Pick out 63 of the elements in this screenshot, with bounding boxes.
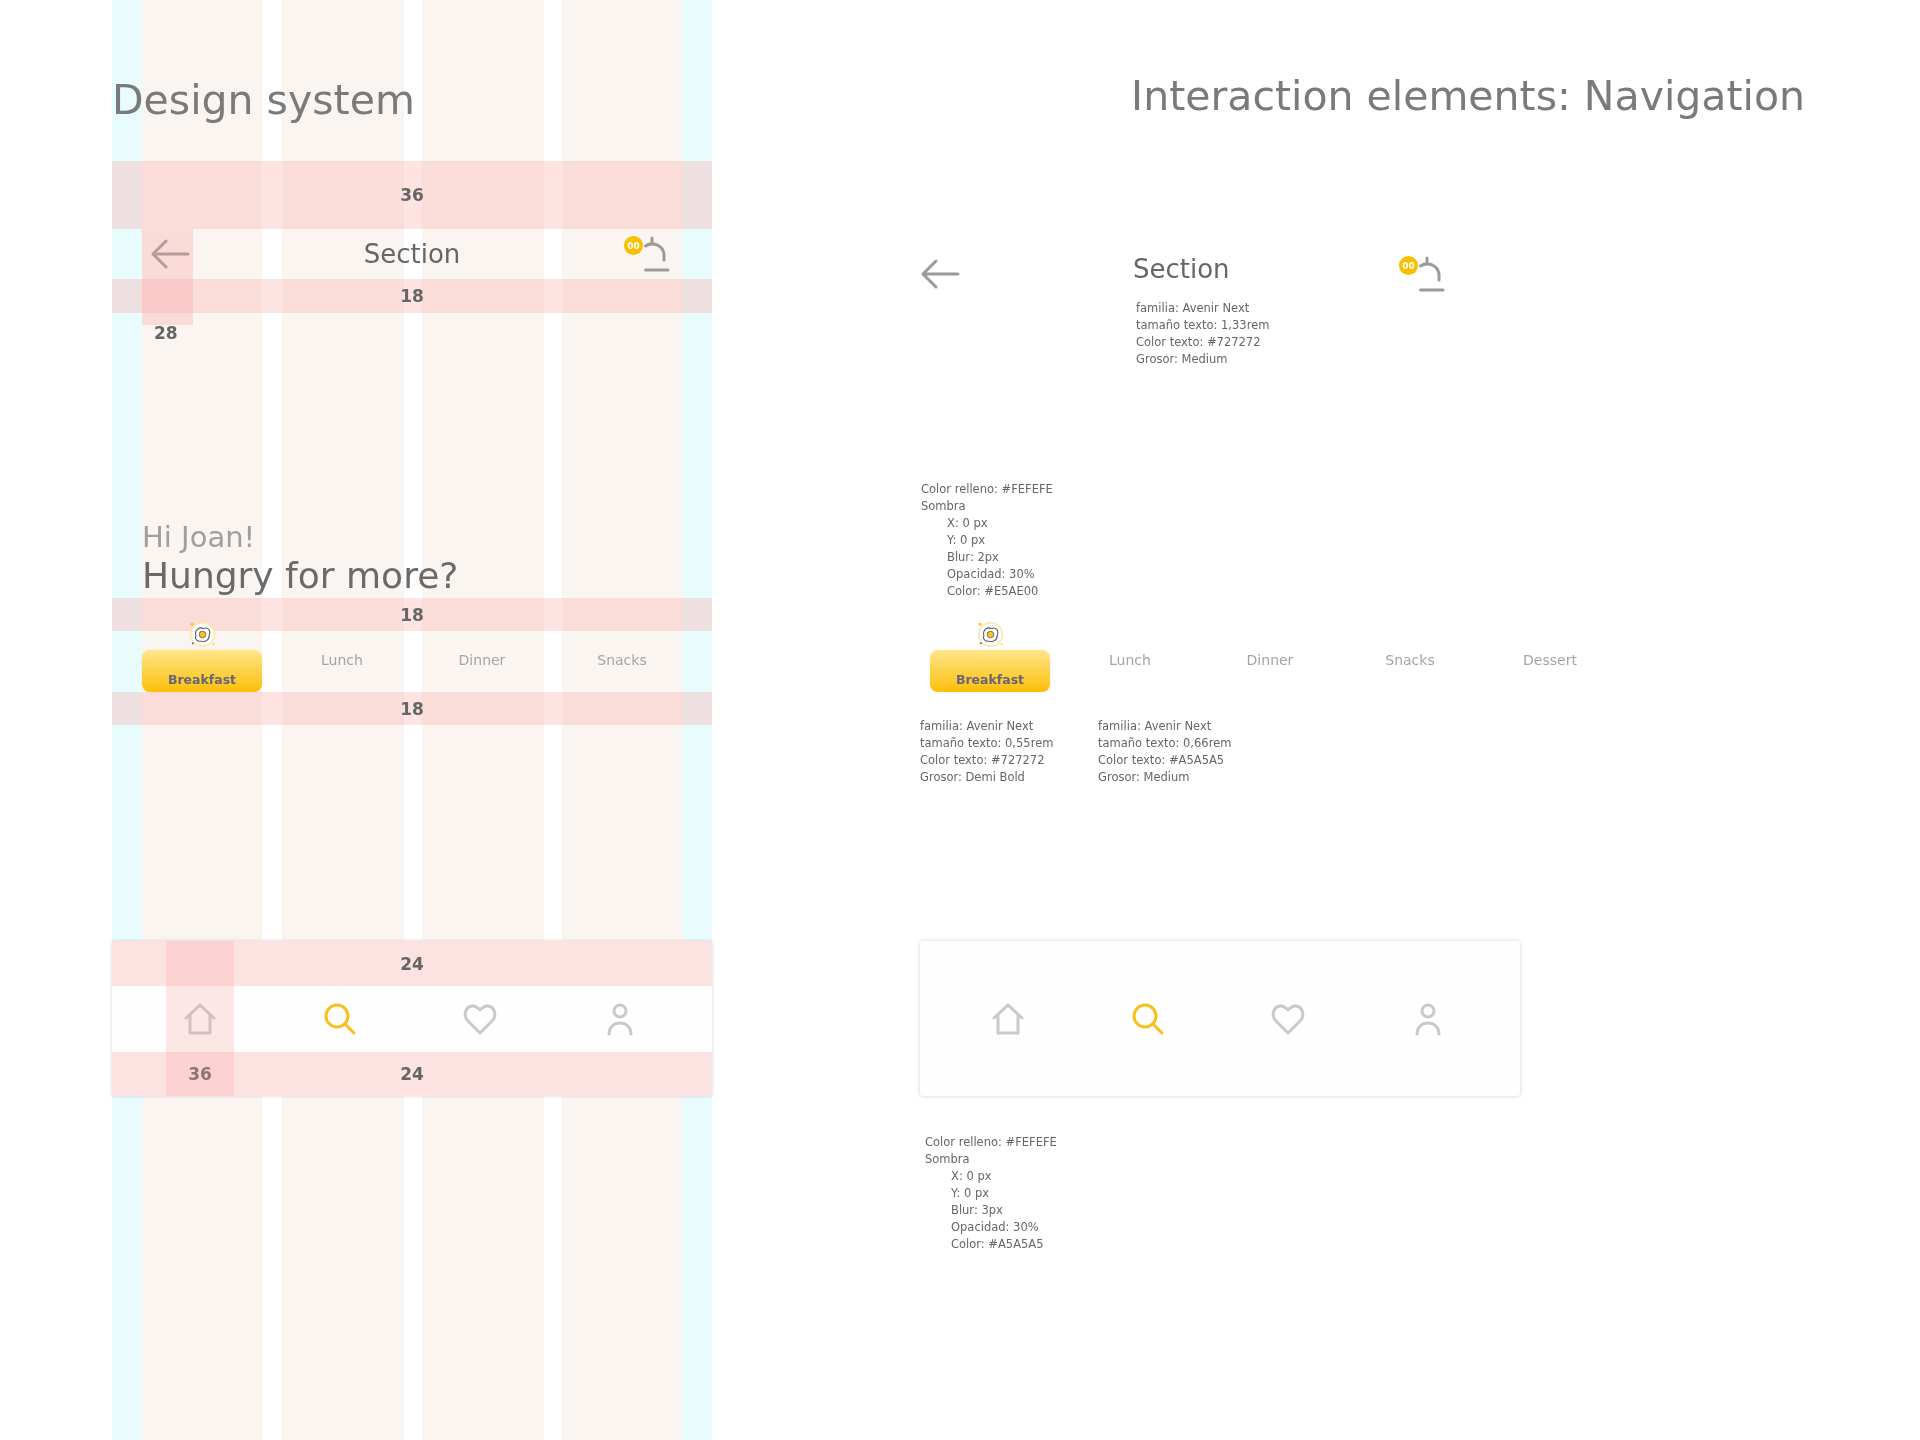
spacing-value: 24 xyxy=(400,953,424,974)
tab[interactable]: Dinner xyxy=(458,652,506,668)
spacing-value: 18 xyxy=(400,286,424,306)
spec-line: Color texto: #727272 xyxy=(920,752,1046,769)
fried-egg-icon xyxy=(975,619,1006,650)
tab[interactable]: Snacks xyxy=(1385,652,1435,668)
page-title: Interaction elements: Navigation xyxy=(1131,72,1805,120)
spec-line: Sombra xyxy=(925,1151,971,1168)
spec-line: Blur: 2px xyxy=(946,549,1000,566)
notification-badge: 00 xyxy=(1399,256,1418,275)
section-title: Section xyxy=(1133,254,1231,284)
spec-line: familia: Avenir Next xyxy=(1098,718,1213,735)
spacing-value: 36 xyxy=(400,185,424,205)
spec-line: familia: Avenir Next xyxy=(920,718,1035,735)
tab[interactable]: Dessert xyxy=(1523,652,1577,668)
spec-line: Opacidad: 30% xyxy=(946,566,1036,583)
tab[interactable]: Dinner xyxy=(1246,652,1294,668)
spec-line: Color: #E5AE00 xyxy=(946,583,1040,600)
tab[interactable]: Breakfast xyxy=(930,650,1050,692)
spec-line: tamaño texto: 0,66rem xyxy=(1098,735,1232,752)
tab[interactable]: Lunch xyxy=(1109,652,1151,668)
spacing-value: 28 xyxy=(154,323,178,343)
spec-line: X: 0 px xyxy=(950,1168,993,1185)
spec-line: Color: #A5A5A5 xyxy=(950,1236,1045,1253)
spacing-value: 24 xyxy=(400,1064,424,1084)
spacing-value: 18 xyxy=(400,698,424,719)
heart-icon[interactable] xyxy=(463,1002,497,1036)
back-arrow-icon xyxy=(920,258,960,290)
search-icon[interactable] xyxy=(323,1002,357,1036)
tab[interactable]: Lunch xyxy=(321,652,363,668)
home-icon[interactable] xyxy=(991,1001,1025,1036)
spec-line: tamaño texto: 0,55rem xyxy=(920,735,1055,752)
spec-line: Sombra xyxy=(921,498,967,515)
back-button[interactable] xyxy=(920,258,960,290)
spec-line: Y: 0 px xyxy=(946,532,987,549)
back-arrow-icon xyxy=(150,238,190,270)
spec-line: Grosor: Medium xyxy=(1098,769,1191,786)
spec-line: Color texto: #A5A5A5 xyxy=(1098,752,1226,769)
home-icon[interactable] xyxy=(183,1002,217,1036)
spec-line: Blur: 3px xyxy=(950,1202,1004,1219)
greeting-text: Hi Joan! xyxy=(141,520,257,554)
spec-line: familia: Avenir Next xyxy=(1136,300,1251,317)
back-button[interactable] xyxy=(150,238,190,270)
spec-line: Color relleno: #FEFEFE xyxy=(921,481,1054,498)
notification-badge: 00 xyxy=(624,236,643,255)
spacing-value: 18 xyxy=(400,604,424,625)
spec-line: Color relleno: #FEFEFE xyxy=(925,1134,1058,1151)
spec-line: Opacidad: 30% xyxy=(950,1219,1040,1236)
spec-line: Grosor: Demi Bold xyxy=(920,769,1026,786)
spec-line: Grosor: Medium xyxy=(1136,351,1229,368)
heart-icon[interactable] xyxy=(1271,1001,1305,1036)
spec-line: X: 0 px xyxy=(946,515,989,532)
search-icon[interactable] xyxy=(1131,1001,1165,1036)
headline: Hungry for more? xyxy=(141,554,460,598)
fried-egg-icon xyxy=(187,619,218,650)
spec-line: Y: 0 px xyxy=(950,1185,991,1202)
spec-line: tamaño texto: 1,33rem xyxy=(1136,317,1271,334)
section-title: Section xyxy=(363,239,461,269)
spec-line: Color texto: #727272 xyxy=(1136,334,1262,351)
tab[interactable]: Breakfast xyxy=(142,650,262,692)
page-title: Design system xyxy=(112,76,415,124)
tab[interactable]: Snacks xyxy=(597,652,647,668)
spacing-value: 36 xyxy=(188,1064,212,1084)
